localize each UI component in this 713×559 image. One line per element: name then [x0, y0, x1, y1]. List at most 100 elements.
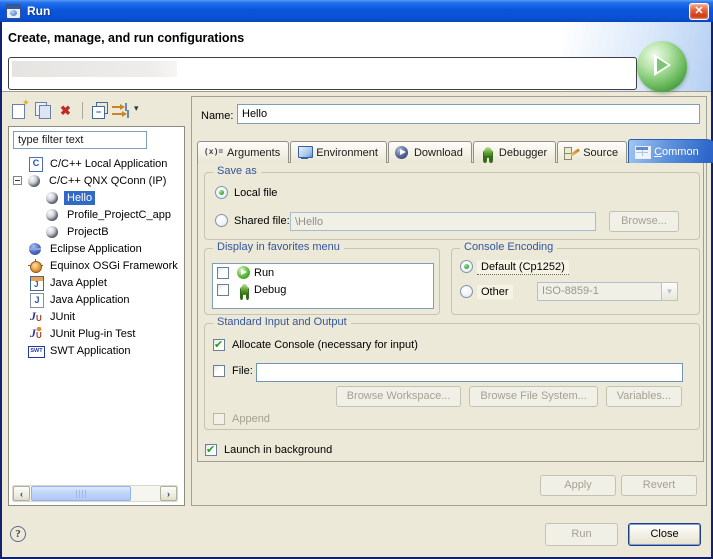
- local-file-radio[interactable]: [215, 186, 228, 199]
- expander-minus-icon[interactable]: [13, 176, 22, 185]
- tree-item-label: C/C++ QNX QConn (IP): [46, 174, 169, 188]
- allocate-console-label: Allocate Console (necessary for input): [232, 339, 418, 351]
- tree-item-label: SWT Application: [47, 344, 134, 358]
- scroll-right-icon[interactable]: ›: [160, 486, 177, 501]
- qnx-icon: [45, 191, 60, 205]
- stdio-group-title: Standard Input and Output: [213, 316, 351, 328]
- tree-item-java-application[interactable]: Java Application: [9, 291, 184, 308]
- c-local-icon: [28, 157, 43, 171]
- file-checkbox[interactable]: [213, 365, 225, 377]
- encoding-combo: ISO-8859-1 ▼: [537, 282, 678, 301]
- tree-item-hello[interactable]: Hello: [9, 189, 184, 206]
- launch-in-background-checkbox[interactable]: [205, 444, 217, 456]
- shared-file-input: [290, 212, 596, 231]
- scrollbar-thumb[interactable]: [31, 486, 131, 501]
- browse-workspace-button: Browse Workspace...: [336, 386, 462, 407]
- titlebar[interactable]: Run ✕: [0, 0, 713, 22]
- horizontal-scrollbar[interactable]: ‹ ›: [12, 485, 178, 502]
- tab-source[interactable]: Source: [557, 141, 627, 163]
- filter-icon[interactable]: [111, 101, 131, 120]
- favorites-item-run: Run: [213, 264, 433, 281]
- configurations-panel: C/C++ Local Application C/C++ QNX QConn (…: [8, 126, 185, 506]
- duplicate-icon[interactable]: [33, 101, 53, 120]
- tree-item-equinox-osgi-framework[interactable]: Equinox OSGi Framework: [9, 257, 184, 274]
- tree-item-label: Java Applet: [47, 276, 110, 290]
- tree-item-swt-application[interactable]: SWT Application: [9, 342, 184, 359]
- tree-item-c-c-qnx-qconn-ip[interactable]: C/C++ QNX QConn (IP): [9, 172, 184, 189]
- tree-item-profile-projectc-app[interactable]: Profile_ProjectC_app: [9, 206, 184, 223]
- tree-item-java-applet[interactable]: Java Applet: [9, 274, 184, 291]
- tree-item-label: Eclipse Application: [47, 242, 145, 256]
- window-title: Run: [27, 4, 50, 18]
- revert-button: Revert: [621, 475, 697, 496]
- favorites-item-label: Debug: [254, 284, 286, 296]
- encoding-other-radio[interactable]: [460, 285, 473, 298]
- banner: Create, manage, and run configurations: [2, 22, 711, 92]
- menu-caret-icon[interactable]: [134, 101, 144, 120]
- qnx-icon: [45, 225, 60, 239]
- console-encoding-group-title: Console Encoding: [460, 241, 557, 253]
- favorites-group: Display in favorites menu RunDebug: [204, 248, 440, 315]
- favorites-group-title: Display in favorites menu: [213, 241, 344, 253]
- toolbar-separator: [82, 102, 83, 119]
- tab-label: Source: [583, 147, 618, 159]
- favorites-run-checkbox[interactable]: [217, 267, 229, 279]
- tree-item-projectb[interactable]: ProjectB: [9, 223, 184, 240]
- shared-file-radio[interactable]: [215, 214, 228, 227]
- favorites-debug-checkbox[interactable]: [217, 284, 229, 296]
- tab-download[interactable]: Download: [388, 141, 472, 163]
- message-area: [8, 57, 637, 90]
- file-label: File:: [232, 365, 253, 377]
- tree-item-junit[interactable]: JUnit: [9, 308, 184, 325]
- save-as-group: Save as Local file Shared file: Browse..…: [204, 172, 700, 240]
- java-applet-icon: [28, 276, 43, 290]
- common-tab-icon: [635, 145, 650, 158]
- file-input[interactable]: [256, 363, 683, 382]
- favorites-item-label: Run: [254, 267, 274, 279]
- tree-item-c-c-local-application[interactable]: C/C++ Local Application: [9, 155, 184, 172]
- dialog-icon: [6, 4, 21, 19]
- delete-icon[interactable]: [58, 101, 78, 120]
- tab-environment[interactable]: Environment: [290, 141, 387, 163]
- message-placeholder: [12, 61, 177, 77]
- encoding-default-radio[interactable]: [460, 260, 473, 273]
- environment-tab-icon: [297, 146, 312, 159]
- tab-arguments[interactable]: Arguments: [197, 141, 289, 163]
- tab-label: Arguments: [227, 147, 280, 159]
- scroll-left-icon[interactable]: ‹: [13, 486, 30, 501]
- allocate-console-checkbox[interactable]: [213, 339, 225, 351]
- tree-item-label: Hello: [64, 191, 95, 205]
- junit-plugin-icon: [28, 327, 43, 341]
- run-button: Run: [545, 523, 618, 546]
- combo-dropdown-icon: ▼: [661, 282, 678, 301]
- tree-item-eclipse-application[interactable]: Eclipse Application: [9, 240, 184, 257]
- tab-debugger[interactable]: Debugger: [473, 141, 556, 163]
- tree-item-label: C/C++ Local Application: [47, 157, 170, 171]
- stdio-buttons: Browse Workspace... Browse File System...…: [336, 386, 682, 407]
- collapse-all-icon[interactable]: [90, 101, 110, 120]
- new-configuration-icon[interactable]: [9, 101, 29, 120]
- encoding-combo-value: ISO-8859-1: [537, 282, 661, 301]
- filter-input[interactable]: [13, 131, 147, 149]
- tree-item-label: Profile_ProjectC_app: [64, 208, 174, 222]
- close-button[interactable]: Close: [628, 523, 701, 546]
- arguments-tab-icon: [204, 146, 223, 159]
- tree-item-label: Java Application: [47, 293, 133, 307]
- tab-common[interactable]: Common: [628, 139, 713, 163]
- tree-item-junit-plug-in-test[interactable]: JUnit Plug-in Test: [9, 325, 184, 342]
- close-window-button[interactable]: ✕: [689, 3, 709, 20]
- append-checkbox: [213, 413, 225, 425]
- browse-shared-button: Browse...: [609, 211, 679, 232]
- browse-file-system-button: Browse File System...: [469, 386, 597, 407]
- tab-bar: Arguments EnvironmentDownload Debugger Sour…: [197, 139, 713, 163]
- equinox-icon: [28, 259, 43, 273]
- configurations-tree: C/C++ Local Application C/C++ QNX QConn (…: [9, 155, 184, 485]
- name-label: Name:: [201, 110, 233, 122]
- help-icon[interactable]: ?: [10, 526, 26, 542]
- tab-label: Debugger: [499, 147, 547, 159]
- encoding-default-label: Default (Cp1252): [477, 260, 569, 275]
- name-input[interactable]: [237, 104, 700, 124]
- console-encoding-group: Console Encoding Default (Cp1252) Other …: [451, 248, 700, 315]
- qnx-icon: [45, 208, 60, 222]
- source-tab-icon: [564, 146, 579, 159]
